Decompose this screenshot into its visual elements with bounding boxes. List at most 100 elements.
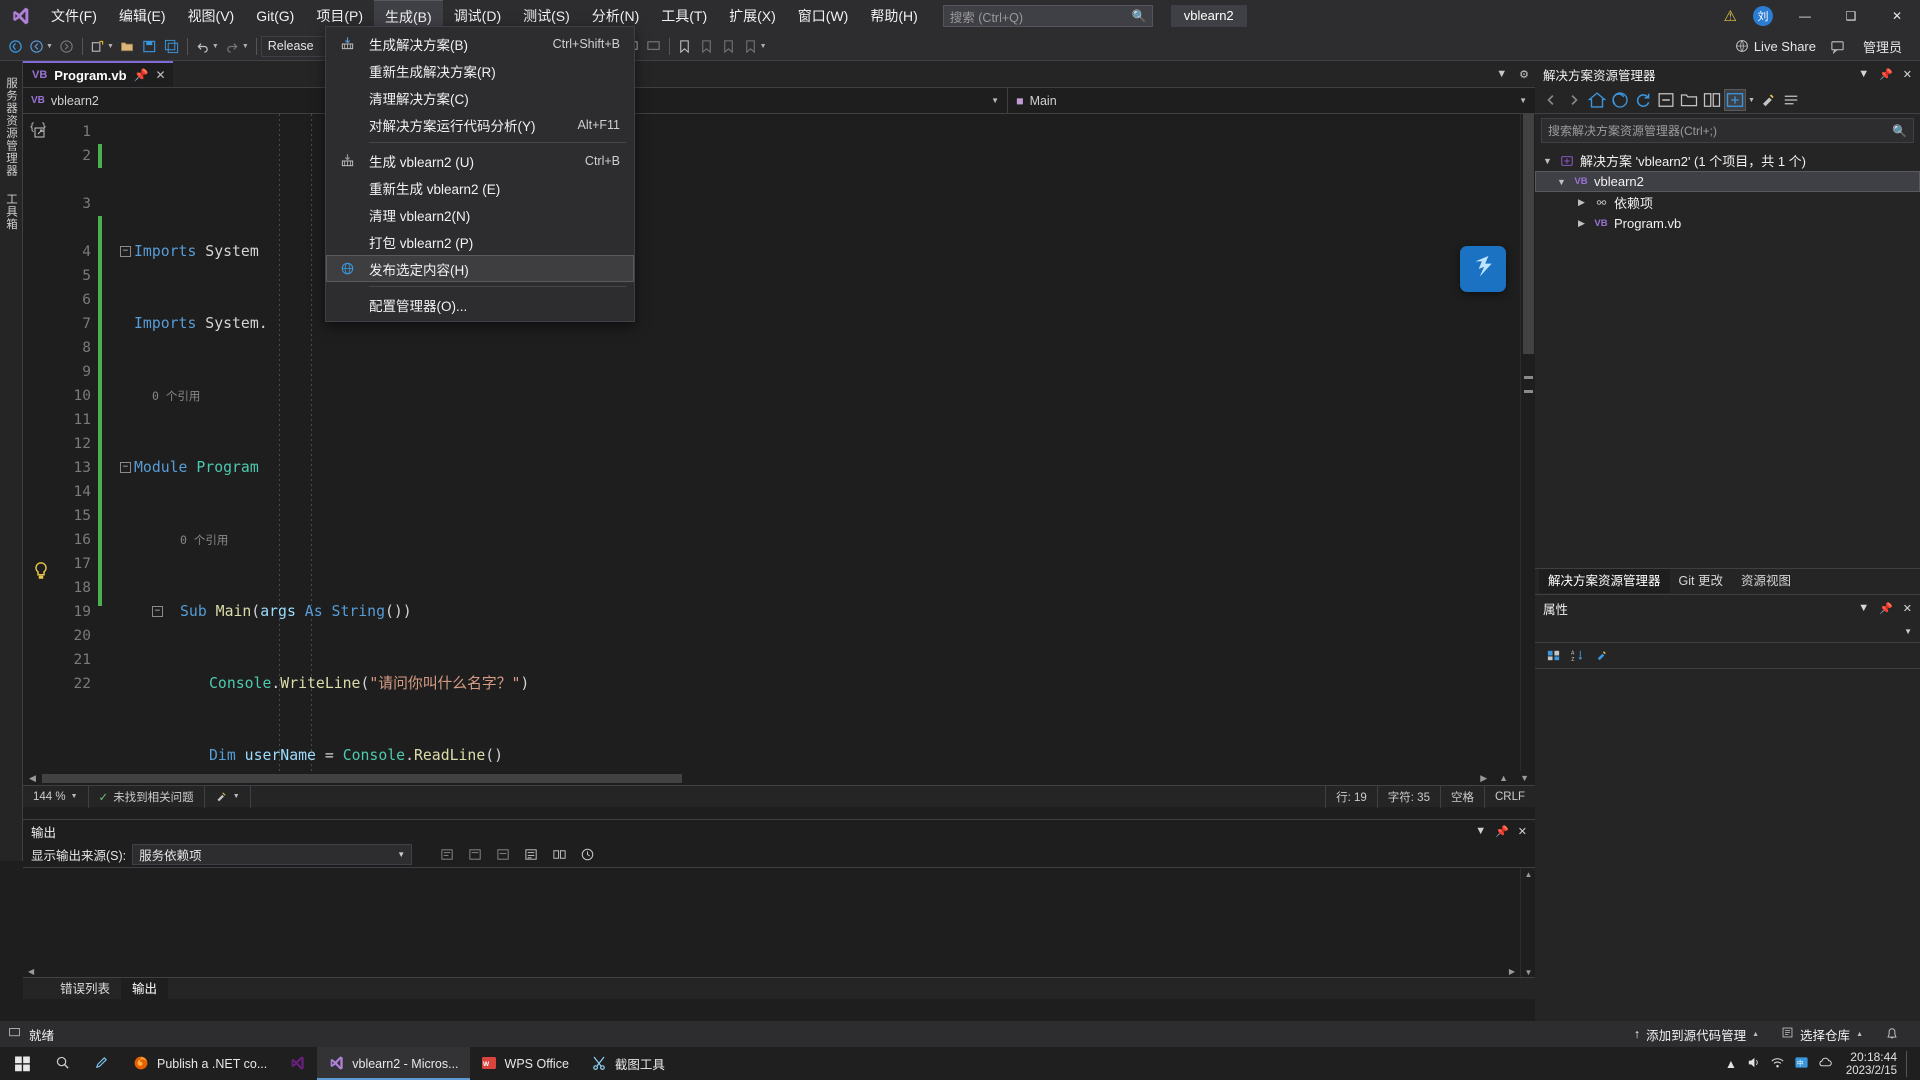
scroll-up-icon[interactable]: ▲ <box>1493 773 1514 783</box>
solution-explorer-tree[interactable]: ▼ 解决方案 'vblearn2' (1 个项目，共 1 个) ▼ VB vbl… <box>1535 147 1920 237</box>
notifications-bell-icon[interactable] <box>1874 1021 1910 1047</box>
warning-icon[interactable]: ⚠ <box>1717 7 1744 25</box>
start-button[interactable] <box>0 1047 44 1080</box>
open-file-icon[interactable] <box>117 34 139 58</box>
properties-chevron-icon[interactable]: ▼ <box>1858 602 1869 614</box>
taskbar-clock[interactable]: 20:18:44 2023/2/15 <box>1842 1050 1897 1078</box>
tab-resource-view[interactable]: 资源视图 <box>1732 569 1800 593</box>
tray-expand-icon[interactable]: ▲ <box>1725 1057 1737 1071</box>
view-in-explorer-icon[interactable] <box>1702 90 1722 110</box>
output-source-chevron-icon[interactable]: ▼ <box>397 850 405 859</box>
close-button[interactable]: ✕ <box>1874 0 1920 32</box>
output-toggle-icon[interactable] <box>520 843 542 867</box>
server-explorer-tab[interactable]: 服务器资源管理器 <box>1 69 21 185</box>
menu-window[interactable]: 窗口(W) <box>787 0 860 32</box>
output-content[interactable]: ▲ ▼ ◀ ▶ <box>23 868 1535 977</box>
redo-icon[interactable]: ▼ <box>222 34 252 58</box>
output-compare-icon[interactable] <box>548 843 570 867</box>
tab-output[interactable]: 输出 <box>121 977 169 1000</box>
output-toggle-wordwrap-icon[interactable] <box>492 843 514 867</box>
categorized-view-icon[interactable] <box>1543 646 1563 666</box>
search-icon-se[interactable]: 🔍 <box>1892 124 1907 138</box>
menu-view[interactable]: 视图(V) <box>177 0 246 32</box>
sidebar-item-program-vb[interactable]: ▶ VB Program.vb <box>1535 213 1920 234</box>
solution-explorer-chevron-icon[interactable]: ▼ <box>1858 68 1869 80</box>
search-input[interactable]: 搜索 (Ctrl+Q) 🔍 <box>942 5 1153 27</box>
menu-clean-project[interactable]: 清理 vblearn2(N) <box>326 201 634 228</box>
menu-extensions[interactable]: 扩展(X) <box>718 0 787 32</box>
se-toolbar-chevron-icon[interactable]: ▼ <box>1748 97 1755 104</box>
code-cleanup-button[interactable]: ▼ <box>205 785 251 808</box>
solution-explorer-search-input[interactable]: 搜索解决方案资源管理器(Ctrl+;) 🔍 <box>1541 118 1914 143</box>
sidebar-item-vblearn2[interactable]: ▼ VB vblearn2 <box>1535 171 1920 192</box>
prev-bookmark-icon[interactable] <box>696 34 718 58</box>
preview-selected-items-icon[interactable] <box>1724 89 1746 111</box>
menu-publish-selection[interactable]: 发布选定内容(H) <box>326 255 634 282</box>
expander-icon-dependencies[interactable]: ▶ <box>1575 197 1588 208</box>
output-history-icon[interactable] <box>576 843 598 867</box>
scroll-left-icon[interactable]: ◀ <box>23 773 42 784</box>
bookmark-icon[interactable] <box>674 34 696 58</box>
taskbar-vs-launcher[interactable] <box>278 1047 317 1080</box>
feedback-icon[interactable] <box>1827 34 1849 58</box>
tab-solution-explorer[interactable]: 解决方案资源管理器 <box>1539 568 1670 593</box>
uncomment-icon[interactable] <box>643 34 665 58</box>
properties-object-select[interactable]: ▼ <box>1535 621 1920 643</box>
source-control-chevron-icon[interactable]: ▲ <box>1752 1031 1759 1038</box>
editor-horizontal-scrollbar[interactable] <box>41 773 1475 783</box>
tree-row-solution[interactable]: ▼ 解决方案 'vblearn2' (1 个项目，共 1 个) <box>1535 150 1920 171</box>
refresh-icon[interactable] <box>4 34 26 58</box>
network-icon[interactable] <box>1770 1055 1785 1073</box>
properties-icon[interactable] <box>1758 90 1778 110</box>
menu-file[interactable]: 文件(F) <box>40 0 108 32</box>
zoom-level-select[interactable]: 144 % ▼ <box>23 785 89 808</box>
maximize-button[interactable]: ❑ <box>1828 0 1874 32</box>
new-project-dropdown-icon[interactable]: ▼ <box>107 43 114 50</box>
output-source-select[interactable]: 服务依赖项 ▼ <box>132 844 413 865</box>
user-account[interactable]: 刘 <box>1744 6 1782 26</box>
build-configuration-select[interactable]: Release <box>260 35 335 57</box>
code-reference-2[interactable]: 0 个引用 <box>104 528 1535 552</box>
forward-nav-icon[interactable] <box>1564 90 1584 110</box>
show-all-files-icon[interactable] <box>1679 90 1699 110</box>
ime-icon[interactable]: 中 <box>1794 1055 1809 1073</box>
output-pin-icon[interactable]: 📌 <box>1495 825 1509 838</box>
repository-chevron-icon[interactable]: ▲ <box>1856 1031 1863 1038</box>
solution-explorer-close-icon[interactable]: ✕ <box>1903 68 1912 81</box>
taskbar-firefox[interactable]: Publish a .NET co... <box>122 1047 278 1080</box>
toolbox-tab[interactable]: 工具箱 <box>1 185 21 239</box>
tab-git-changes[interactable]: Git 更改 <box>1670 569 1732 593</box>
output-horizontal-scrollbar[interactable]: ◀ ▶ <box>23 965 1520 977</box>
redo-dropdown-icon[interactable]: ▼ <box>242 43 249 50</box>
refresh-icon-se[interactable] <box>1633 90 1653 110</box>
menu-clean-solution[interactable]: 清理解决方案(C) <box>326 84 634 111</box>
new-project-icon[interactable]: ▼ <box>87 34 117 58</box>
navbar-type-chevron-icon[interactable]: ▼ <box>991 96 999 105</box>
pending-changes-icon[interactable] <box>1610 90 1630 110</box>
clear-bookmarks-icon[interactable]: ▼ <box>740 34 770 58</box>
solution-explorer-pin-icon[interactable]: 📌 <box>1879 68 1893 81</box>
scroll-down-icon[interactable]: ▼ <box>1514 773 1535 783</box>
back-nav-icon[interactable] <box>1541 90 1561 110</box>
scroll-right-icon[interactable]: ▶ <box>1474 773 1493 784</box>
tab-list-chevron-icon[interactable]: ▼ <box>1496 68 1507 80</box>
menu-pack-project[interactable]: 打包 vblearn2 (P) <box>326 228 634 255</box>
properties-pin-icon[interactable]: 📌 <box>1879 602 1893 615</box>
sidebar-item-dependencies[interactable]: ▶ 依赖项 <box>1535 192 1920 213</box>
menu-tools[interactable]: 工具(T) <box>650 0 718 32</box>
undo-icon[interactable]: ▼ <box>192 34 222 58</box>
minimize-button[interactable]: — <box>1782 0 1828 32</box>
editor-vertical-scrollbar[interactable] <box>1520 114 1535 771</box>
code-text[interactable]: − Imports System Imports System. 0 个引用 − M… <box>104 114 1535 771</box>
volume-icon[interactable] <box>1746 1055 1761 1073</box>
next-bookmark-icon[interactable] <box>718 34 740 58</box>
navbar-member-chevron-icon[interactable]: ▼ <box>1519 96 1527 105</box>
output-vertical-scrollbar[interactable]: ▲ ▼ <box>1520 868 1535 977</box>
live-share-button[interactable]: Live Share <box>1728 39 1823 54</box>
properties-close-icon[interactable]: ✕ <box>1903 602 1912 615</box>
save-all-icon[interactable] <box>161 34 183 58</box>
menu-help[interactable]: 帮助(H) <box>859 0 928 32</box>
zoom-chevron-icon[interactable]: ▼ <box>71 793 78 800</box>
property-pages-icon[interactable] <box>1591 646 1611 666</box>
editor-gutter[interactable]: { } <box>23 114 55 771</box>
